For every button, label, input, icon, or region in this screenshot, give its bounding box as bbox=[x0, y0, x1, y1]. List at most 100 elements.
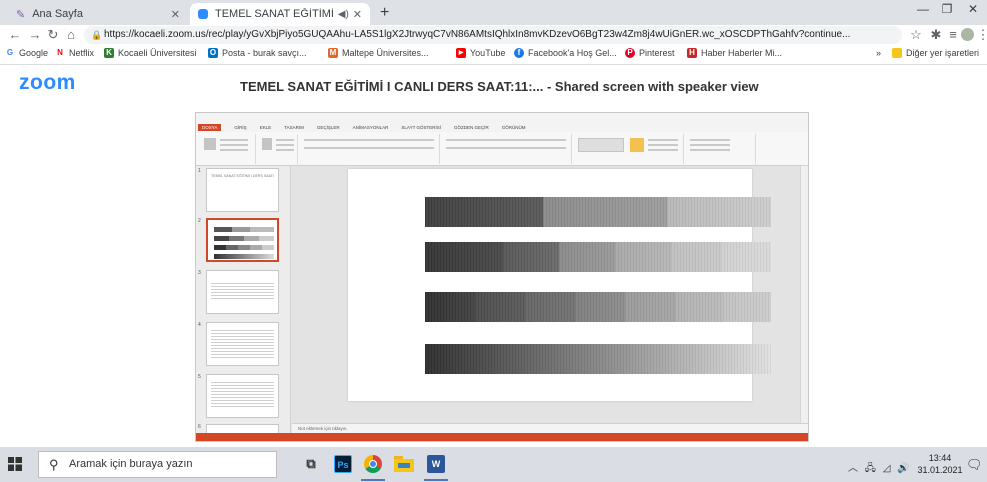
slide-number: 4 bbox=[198, 322, 201, 328]
shared-screen-video[interactable]: DOSYA GİRİŞ EKLE TASARIM GEÇİŞLER ANİMAS… bbox=[195, 112, 809, 442]
back-icon[interactable]: ← bbox=[8, 27, 22, 42]
gray-value-segment bbox=[675, 292, 723, 322]
close-tab-icon[interactable]: ✕ bbox=[171, 8, 180, 21]
bookmark-star-icon[interactable]: ☆ bbox=[909, 27, 923, 43]
youtube-icon: ▶ bbox=[456, 48, 466, 58]
slide-number: 1 bbox=[198, 168, 201, 174]
close-tab-icon[interactable]: ✕ bbox=[353, 8, 362, 21]
ribbon-group-clipboard bbox=[198, 134, 256, 164]
thumb-gray-strip bbox=[214, 236, 274, 241]
bookmark-kocaeli[interactable]: K Kocaeli Üniversitesi bbox=[104, 48, 197, 58]
bookmark-pinterest[interactable]: P Pinterest bbox=[625, 48, 675, 58]
slide-number: 2 bbox=[198, 218, 201, 224]
forward-icon[interactable]: → bbox=[28, 27, 42, 42]
ppt-tab-gorunum: GÖRÜNÜM bbox=[501, 125, 526, 130]
bookmark-youtube[interactable]: ▶ YouTube bbox=[456, 48, 505, 58]
photoshop-icon[interactable]: Ps bbox=[334, 455, 352, 473]
zoom-logo[interactable]: zoom bbox=[19, 71, 76, 95]
bookmark-label: Facebook'a Hoş Gel... bbox=[528, 48, 617, 58]
slide-number: 3 bbox=[198, 270, 201, 276]
ppt-tab-slayt-gosterisi: SLAYT GÖSTERİSİ bbox=[401, 125, 442, 130]
thumb-gray-strip bbox=[214, 245, 274, 250]
ppt-tab-animasyonlar: ANİMASYONLAR bbox=[352, 125, 389, 130]
extension-icon[interactable]: ✱ bbox=[929, 27, 943, 43]
zoom-favicon-icon bbox=[198, 9, 208, 19]
network-icon[interactable]: 🖧 bbox=[865, 463, 876, 474]
ppt-tab-gozden-gecir: GÖZDEN GEÇİR bbox=[454, 125, 489, 130]
taskbar-clock[interactable]: 13:44 31.01.2021 bbox=[915, 452, 965, 476]
gray-value-segment bbox=[559, 242, 615, 272]
pinterest-icon: P bbox=[625, 48, 635, 58]
gray-value-segment bbox=[425, 242, 503, 272]
volume-icon[interactable]: 🔊 bbox=[897, 463, 909, 474]
slide-editing-area bbox=[292, 166, 808, 423]
ppt-status-bar bbox=[196, 433, 808, 441]
bookmarks-overflow-button[interactable]: » bbox=[876, 48, 881, 58]
bookmark-posta[interactable]: O Posta - burak savçı... bbox=[208, 48, 307, 58]
slide-number: 6 bbox=[198, 424, 201, 430]
gray-value-segment bbox=[425, 197, 543, 227]
profile-avatar[interactable] bbox=[961, 28, 974, 41]
windows-taskbar: ⚲ Aramak için buraya yazın ⧉ Ps W ︿ 🖧 ◿ … bbox=[0, 447, 987, 482]
windows-start-icon[interactable] bbox=[8, 457, 22, 471]
tab-title: Ana Sayfa bbox=[32, 8, 83, 20]
ppt-vertical-scrollbar bbox=[800, 166, 808, 423]
gray-value-segment bbox=[425, 344, 771, 374]
gray-value-segment bbox=[543, 197, 667, 227]
notification-icon[interactable]: 🗨 bbox=[966, 457, 983, 473]
gray-value-segment bbox=[503, 242, 559, 272]
taskbar-search-box[interactable]: ⚲ Aramak için buraya yazın bbox=[38, 451, 277, 478]
bookmark-label: Posta - burak savçı... bbox=[222, 48, 307, 58]
ppt-ribbon-tabs: DOSYA GİRİŞ EKLE TASARIM GEÇİŞLER ANİMAS… bbox=[196, 123, 808, 132]
bookmark-label: Maltepe Üniversites... bbox=[342, 48, 429, 58]
playlist-icon[interactable]: ≡ bbox=[946, 27, 960, 42]
gray-value-strip bbox=[425, 292, 771, 322]
bookmark-google[interactable]: G Google bbox=[5, 48, 48, 58]
ribbon-group-paragraph bbox=[442, 134, 572, 164]
reload-icon[interactable]: ↻ bbox=[46, 27, 60, 43]
bookmark-haber[interactable]: H Haber Haberler Mi... bbox=[687, 48, 782, 58]
file-explorer-icon[interactable] bbox=[394, 456, 414, 472]
bookmark-label: Netflix bbox=[69, 48, 95, 58]
ppt-tab-giris: GİRİŞ bbox=[234, 125, 247, 130]
gray-value-segment bbox=[475, 292, 525, 322]
bookmark-netflix[interactable]: N Netflix bbox=[55, 48, 94, 58]
gray-value-segment bbox=[721, 242, 771, 272]
minimize-button[interactable]: — bbox=[910, 2, 936, 16]
maltepe-icon: M bbox=[328, 48, 338, 58]
slide-thumbnail-lines bbox=[211, 281, 274, 299]
audio-playing-icon[interactable]: ◀) bbox=[338, 9, 349, 20]
new-tab-button[interactable]: + bbox=[380, 4, 389, 22]
other-bookmarks[interactable]: Diğer yer işaretleri bbox=[892, 48, 979, 58]
ribbon-group-editing bbox=[686, 134, 756, 164]
gray-value-strip bbox=[425, 197, 771, 227]
ribbon-group-font bbox=[300, 134, 440, 164]
tab-zoom-recording[interactable]: TEMEL SANAT EĞİTİMİ I CAN ◀) ✕ bbox=[190, 3, 370, 25]
lock-icon: 🔒 bbox=[91, 30, 103, 40]
wifi-icon[interactable]: ◿ bbox=[883, 463, 891, 474]
bookmark-maltepe[interactable]: M Maltepe Üniversites... bbox=[328, 48, 429, 58]
facebook-icon: f bbox=[514, 48, 524, 58]
maximize-button[interactable]: ❐ bbox=[934, 2, 960, 16]
task-view-icon[interactable]: ⧉ bbox=[302, 455, 320, 473]
bookmark-label: Kocaeli Üniversitesi bbox=[118, 48, 197, 58]
slide-thumbnail-lines bbox=[211, 328, 274, 360]
home-icon[interactable]: ⌂ bbox=[64, 27, 78, 42]
close-window-button[interactable]: ✕ bbox=[960, 2, 986, 16]
ppt-notes-pane: Not eklemek için tıklayın bbox=[292, 423, 808, 433]
gray-value-segment bbox=[615, 242, 671, 272]
word-icon[interactable]: W bbox=[427, 455, 445, 473]
gray-value-segment bbox=[525, 292, 575, 322]
outlook-icon: O bbox=[208, 48, 218, 58]
more-menu-icon[interactable]: ⋮ bbox=[976, 27, 987, 43]
slide-thumbnail bbox=[206, 424, 279, 433]
current-slide bbox=[348, 169, 771, 401]
tab-ana-sayfa[interactable]: ✎ Ana Sayfa ✕ bbox=[8, 3, 188, 25]
navigation-bar: ← → ↻ ⌂ 🔒 https://kocaeli.zoom.us/rec/pl… bbox=[0, 25, 987, 45]
thumb-gray-strip bbox=[214, 254, 274, 259]
address-bar[interactable]: 🔒 https://kocaeli.zoom.us/rec/play/yGvXb… bbox=[84, 26, 902, 44]
gray-value-segment bbox=[575, 292, 625, 322]
chrome-icon[interactable] bbox=[364, 455, 382, 473]
bookmark-facebook[interactable]: f Facebook'a Hoş Gel... bbox=[514, 48, 617, 58]
chevron-up-icon[interactable]: ︿ bbox=[848, 463, 858, 474]
